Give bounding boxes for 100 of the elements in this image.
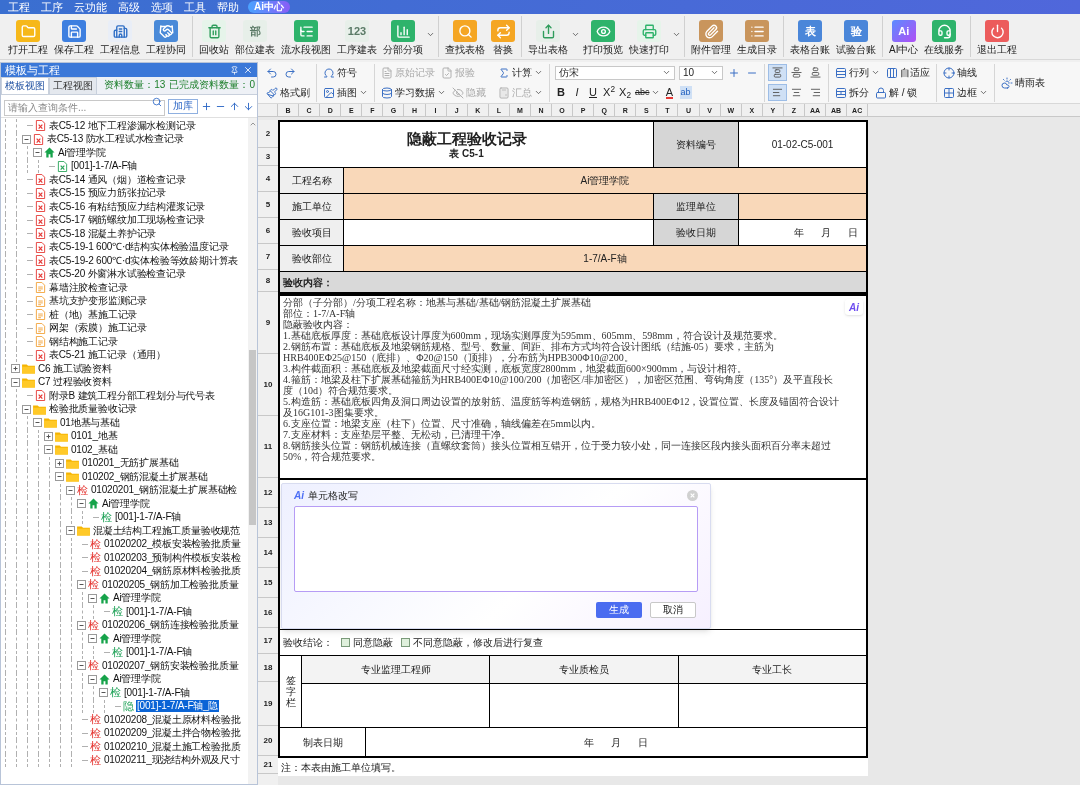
ribbon-button[interactable]: 自适应: [883, 64, 933, 81]
toolbar-button[interactable]: 替换: [488, 16, 518, 57]
add-library-button[interactable]: 加库: [168, 98, 198, 114]
menu-item[interactable]: 工序: [37, 1, 67, 13]
rewrite-input[interactable]: [294, 506, 698, 592]
collapse-toggle[interactable]: [22, 404, 31, 414]
tree-item[interactable]: 表C5-16 有粘结预应力结构灌浆记录: [48, 200, 207, 213]
align-button[interactable]: [768, 84, 787, 101]
tree-item[interactable]: 表C5-19-1 600℃·d结构实体检验温度记录: [48, 241, 230, 254]
tree-item[interactable]: 基坑支护变形监测记录: [48, 295, 148, 308]
tree-item[interactable]: 01020209_混凝土拌合物检验批: [103, 727, 242, 740]
ribbon-button[interactable]: 晴雨表: [998, 74, 1048, 91]
toolbar-button[interactable]: 123 工序建表: [334, 16, 380, 57]
tree-item[interactable]: [001]-1-7/A-F轴: [123, 686, 192, 699]
collapse-toggle[interactable]: [33, 418, 42, 428]
ribbon-button[interactable]: 拆分: [832, 84, 872, 101]
ribbon-button[interactable]: 计算: [495, 64, 546, 81]
toolbar-button[interactable]: 分部分项: [380, 16, 426, 57]
format-button[interactable]: X$^{2}$: [601, 84, 617, 101]
expand-toggle[interactable]: [44, 431, 53, 441]
toolbar-button[interactable]: 附件管理: [688, 16, 734, 57]
tree-item[interactable]: 01020202_模板安装检验批质量: [103, 538, 242, 551]
tree-item[interactable]: Ai管理学院: [112, 592, 162, 605]
tree-item[interactable]: 01020203_预制构件模板安装检: [103, 551, 242, 564]
toolbar-button[interactable]: 打印预览: [580, 16, 626, 57]
toolbar-button[interactable]: 流水段视图: [278, 16, 334, 57]
format-button[interactable]: I: [569, 84, 585, 101]
toolbar-button[interactable]: 回收站: [196, 16, 232, 57]
tree-item[interactable]: [001]-1-7/A-F轴: [70, 160, 139, 173]
collapse-toggle[interactable]: [66, 526, 75, 536]
menu-item[interactable]: 工程: [4, 1, 34, 13]
ai-badge[interactable]: Ai: [845, 299, 863, 315]
generate-button[interactable]: 生成: [596, 602, 642, 618]
collapse-toggle[interactable]: [88, 593, 97, 603]
tree-item[interactable]: 桩（地）基施工记录: [48, 308, 139, 321]
collapse-toggle[interactable]: [77, 499, 86, 509]
tree-item[interactable]: 01020211_现浇结构外观及尺寸: [103, 754, 241, 767]
tree-item[interactable]: Ai管理学院: [57, 146, 107, 159]
tree-item[interactable]: 表C5-19-2 600℃·d实体检验等效龄期计算表: [48, 254, 240, 267]
format-button[interactable]: X$_{2}$: [617, 84, 633, 101]
collapse-toggle[interactable]: [88, 634, 97, 644]
tree-item[interactable]: 混凝土结构工程施工质量验收规范: [92, 524, 241, 537]
move-up-icon[interactable]: [229, 100, 240, 112]
toolbar-button[interactable]: 验 试验台账: [833, 16, 879, 57]
collapse-toggle[interactable]: [66, 485, 75, 495]
ribbon-button[interactable]: 格式刷: [263, 84, 313, 101]
toolbar-button[interactable]: 工程信息: [97, 16, 143, 57]
field-value[interactable]: Ai管理学院: [344, 168, 868, 193]
ribbon-button[interactable]: 边框: [940, 84, 991, 101]
panel-tab[interactable]: 工程视图: [49, 77, 97, 94]
scroll-up-icon[interactable]: [248, 120, 257, 128]
tree-item[interactable]: 表C5-12 地下工程渗漏水检测记录: [48, 119, 197, 132]
menu-item[interactable]: 高级: [114, 1, 144, 13]
toolbar-button[interactable]: 表 表格台账: [787, 16, 833, 57]
size-select[interactable]: 10: [679, 65, 723, 80]
cancel-button[interactable]: 取消: [650, 602, 696, 618]
format-button[interactable]: ab: [677, 84, 694, 101]
toolbar-button[interactable]: 在线服务: [921, 16, 968, 57]
add-icon[interactable]: [201, 100, 212, 112]
tree-item[interactable]: 表C5-15 预应力筋张拉记录: [48, 187, 167, 200]
tree-item[interactable]: [001]-1-7/A-F轴: [114, 511, 183, 524]
date-value[interactable]: 年 月 日: [366, 728, 866, 756]
ribbon-button[interactable]: 轴线: [940, 64, 980, 81]
tree-item[interactable]: 01020205_钢筋加工检验批质量: [101, 578, 240, 591]
panel-tab[interactable]: 模板视图: [1, 77, 49, 94]
format-button[interactable]: abc: [633, 84, 662, 101]
tree-item[interactable]: 01020206_钢筋连接检验批质量: [101, 619, 240, 632]
tree-item[interactable]: 01020208_混凝土原材料检验批: [103, 713, 242, 726]
tree-item[interactable]: Ai管理学院: [112, 632, 162, 645]
format-button[interactable]: B: [553, 84, 569, 101]
tree-item[interactable]: C6 施工试验资料: [37, 362, 113, 375]
menu-item[interactable]: 云功能: [70, 1, 111, 13]
font-select[interactable]: 仿宋: [555, 65, 675, 80]
format-button[interactable]: U: [585, 84, 601, 101]
tree-item[interactable]: 0101_地基: [70, 430, 119, 443]
tree-item[interactable]: [001]-1-7/A-F轴: [125, 605, 194, 618]
tree-item[interactable]: 01020207_钢筋安装检验批质量: [101, 659, 240, 672]
tree-item[interactable]: 01地基与基础: [59, 416, 121, 429]
collapse-toggle[interactable]: [33, 148, 42, 158]
tree-item[interactable]: 附录B 建筑工程分部工程划分与代号表: [48, 389, 216, 402]
menu-item[interactable]: 选项: [147, 1, 177, 13]
expand-toggle[interactable]: [11, 364, 20, 374]
tree-item[interactable]: Ai管理学院: [112, 673, 162, 686]
toolbar-button[interactable]: 查找表格: [442, 16, 488, 57]
align-button[interactable]: [768, 64, 787, 81]
tree-item[interactable]: [001]-1-7/A-F轴_隐: [136, 700, 220, 713]
tree-item[interactable]: 钢结构施工记录: [48, 335, 119, 348]
tree-item[interactable]: C7 过程验收资料: [37, 376, 113, 389]
ribbon-button[interactable]: 插图: [320, 84, 371, 101]
ribbon-button[interactable]: 符号: [320, 64, 360, 81]
tree-item[interactable]: 检验批质量验收记录: [48, 403, 139, 416]
toolbar-button[interactable]: 工程协同: [143, 16, 189, 57]
tree-item[interactable]: 01020204_钢筋原材料检验批质: [103, 565, 242, 578]
close-icon[interactable]: [243, 65, 253, 75]
expand-toggle[interactable]: [55, 458, 64, 468]
tree-item[interactable]: 表C5-21 施工记录（通用）: [48, 349, 167, 362]
format-button[interactable]: A: [661, 84, 678, 101]
move-down-icon[interactable]: [243, 100, 254, 112]
tree-item[interactable]: 表C5-18 混凝土养护记录: [48, 227, 158, 240]
pin-icon[interactable]: [230, 65, 239, 75]
